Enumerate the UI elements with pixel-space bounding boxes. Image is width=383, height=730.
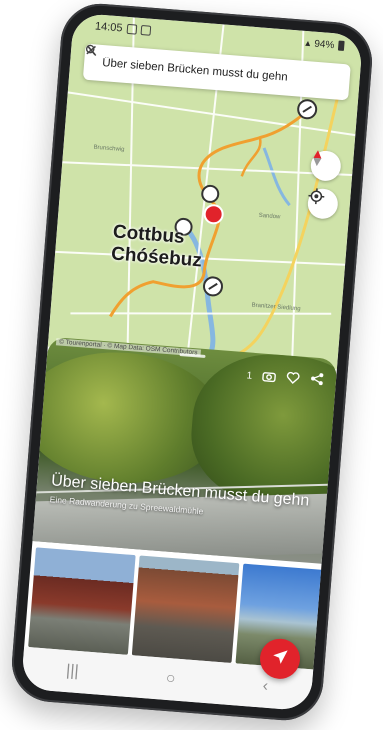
gallery-icon bbox=[140, 24, 151, 36]
home-icon[interactable]: ○ bbox=[165, 670, 176, 689]
battery-icon bbox=[337, 40, 345, 51]
route-start-marker-icon[interactable] bbox=[203, 204, 224, 225]
heart-icon[interactable] bbox=[285, 370, 300, 389]
status-time: 14:05 bbox=[94, 20, 123, 35]
route-marker-bike-icon[interactable] bbox=[297, 99, 318, 120]
recent-apps-icon[interactable]: ||| bbox=[65, 662, 79, 681]
route-marker-bike-icon-2[interactable] bbox=[202, 276, 223, 297]
back-icon[interactable]: ‹ bbox=[262, 678, 269, 696]
gallery-photo-mill[interactable] bbox=[28, 547, 136, 655]
share-icon[interactable] bbox=[309, 371, 324, 391]
stage: Über sieben Brücken musst du gehn Cottbu… bbox=[0, 0, 383, 730]
camera-icon[interactable] bbox=[261, 368, 276, 387]
notification-icon bbox=[126, 23, 137, 35]
tour-hero-card[interactable]: 1 Über sieben Brücken musst du gehn Eine… bbox=[32, 336, 338, 564]
search-input[interactable]: Über sieben Brücken musst du gehn bbox=[102, 57, 340, 88]
wifi-icon: ▴ bbox=[304, 37, 311, 49]
phone-frame: Über sieben Brücken musst du gehn Cottbu… bbox=[9, 0, 375, 724]
gallery-photo-brick-building[interactable] bbox=[131, 555, 240, 664]
map-view[interactable]: Über sieben Brücken musst du gehn Cottbu… bbox=[47, 12, 364, 370]
photo-count: 1 bbox=[246, 370, 253, 382]
map-city-label: Cottbus Chóśebuz bbox=[110, 221, 204, 272]
phone-screen: Über sieben Brücken musst du gehn Cottbu… bbox=[20, 12, 364, 712]
battery-percent: 94% bbox=[313, 38, 335, 51]
navigate-arrow-icon bbox=[271, 648, 289, 670]
